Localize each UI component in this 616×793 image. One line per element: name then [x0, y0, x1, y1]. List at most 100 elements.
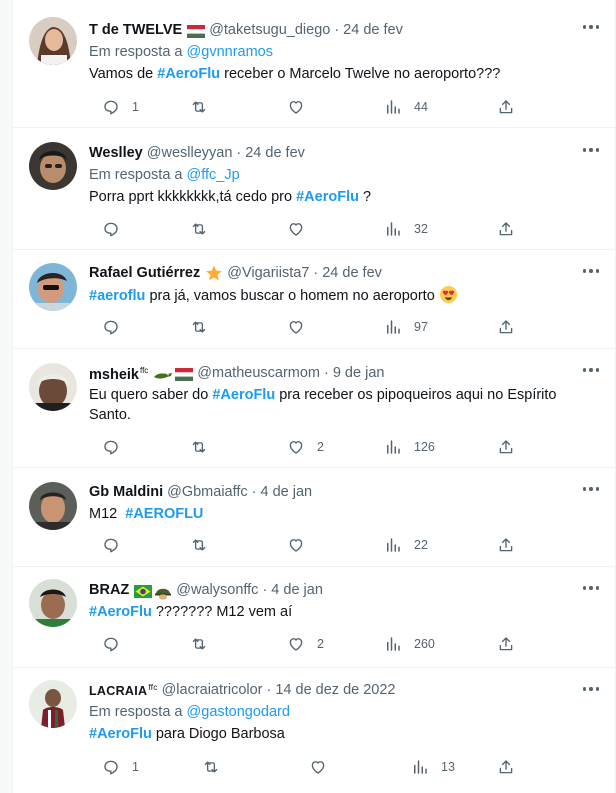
text-before: Porra pprt kkkkkkkk,tá cedo pro [89, 189, 297, 205]
text-after: ??????? M12 vem aí [151, 604, 293, 620]
avatar[interactable] [29, 142, 77, 190]
views-button[interactable]: 44 [384, 97, 428, 117]
author-handle[interactable]: @taketsugu_diego [209, 20, 330, 40]
alligator-emoji-icon [153, 367, 173, 380]
retweet-button[interactable] [202, 757, 220, 777]
retweet-icon [192, 223, 206, 235]
reply-mention[interactable]: @ffc_Jp [187, 167, 240, 183]
tweet-date[interactable]: 14 de dez de 2022 [275, 680, 395, 700]
views-button[interactable]: 126 [384, 437, 435, 457]
share-button[interactable] [497, 757, 515, 777]
view-count: 32 [414, 222, 428, 236]
retweet-button[interactable] [190, 535, 208, 555]
avatar[interactable] [29, 17, 77, 65]
avatar[interactable] [29, 579, 77, 627]
views-button[interactable]: 22 [384, 535, 428, 555]
reply-mention[interactable]: @gastongodard [187, 704, 290, 720]
views-button[interactable]: 32 [384, 219, 428, 239]
like-button[interactable] [287, 219, 305, 239]
author-handle[interactable]: @Vigariista7 [227, 263, 309, 283]
tweet-date[interactable]: 4 de jan [271, 580, 323, 600]
avatar[interactable] [29, 363, 77, 411]
views-button[interactable]: 13 [411, 757, 455, 777]
author-name[interactable]: LACRAIAffc [89, 678, 158, 701]
hashtag-link[interactable]: #AEROFLU [125, 506, 203, 522]
views-button[interactable]: 260 [384, 634, 435, 654]
tweet[interactable]: T de TWELVE @taketsugu_diego · 24 de fev… [13, 0, 615, 128]
hashtag-link[interactable]: #AeroFlu [89, 604, 152, 620]
author-handle[interactable]: @walysonffc [176, 580, 258, 600]
author-handle[interactable]: @Gbmaiaffc [167, 482, 248, 502]
author-name[interactable]: T de TWELVE [89, 20, 182, 40]
reply-button[interactable] [102, 219, 120, 239]
separator: · [324, 365, 329, 381]
author-name[interactable]: BRAZ [89, 580, 129, 600]
retweet-button[interactable] [190, 437, 208, 457]
like-button[interactable] [287, 97, 305, 117]
author-name[interactable]: Gb Maldini [89, 482, 163, 502]
tweet-date[interactable]: 24 de fev [245, 143, 305, 163]
separator: · [334, 22, 340, 38]
tweet[interactable]: Weslley @weslleyyan · 24 de fev Em respo… [13, 128, 615, 250]
tweet[interactable]: Gb Maldini @Gbmaiaffc · 4 de jan M12 #AE… [13, 468, 615, 567]
name-superscript: ffc [148, 683, 158, 693]
more-options-icon[interactable] [581, 143, 601, 157]
more-options-icon[interactable] [581, 363, 601, 377]
text-after: para Diogo Barbosa [151, 726, 285, 742]
share-button[interactable] [497, 437, 515, 457]
reply-button[interactable] [102, 437, 120, 457]
share-button[interactable] [497, 219, 515, 239]
reply-button[interactable]: 1 [102, 757, 139, 777]
author-name[interactable]: msheikffc [89, 361, 148, 385]
avatar[interactable] [29, 482, 77, 530]
tweet[interactable]: BRAZ @walysonffc · 4 de jan #AeroFlu ???… [13, 567, 615, 668]
reply-button[interactable] [102, 634, 120, 654]
tweet[interactable]: Rafael Gutiérrez @Vigariista7 · 24 de fe… [13, 250, 615, 349]
author-handle[interactable]: @matheuscarmom [197, 363, 320, 383]
author-handle[interactable]: @lacraiatricolor [162, 680, 263, 700]
more-options-icon[interactable] [581, 20, 601, 34]
tweet-date[interactable]: 24 de fev [322, 263, 382, 283]
avatar[interactable] [29, 263, 77, 311]
reply-button[interactable]: 1 [102, 97, 139, 117]
like-button[interactable] [287, 317, 305, 337]
hashtag-link[interactable]: #AeroFlu [296, 189, 359, 205]
tweet[interactable]: msheikffc @matheuscarmom · 9 de jan Eu q… [13, 349, 615, 468]
like-button[interactable]: 2 [287, 437, 324, 457]
retweet-button[interactable] [190, 97, 208, 117]
author-name[interactable]: Weslley [89, 143, 143, 163]
retweet-button[interactable] [190, 317, 208, 337]
hashtag-link[interactable]: #aeroflu [89, 288, 145, 304]
reply-button[interactable] [102, 317, 120, 337]
views-button[interactable]: 97 [384, 317, 428, 337]
more-options-icon[interactable] [581, 264, 601, 278]
hashtag-link[interactable]: #AeroFlu [157, 66, 220, 82]
text-line2: Santo. [89, 407, 131, 423]
like-button[interactable] [287, 535, 305, 555]
retweet-button[interactable] [190, 634, 208, 654]
share-button[interactable] [497, 634, 515, 654]
reply-mention[interactable]: @gvnnramos [187, 44, 273, 60]
author-name[interactable]: Rafael Gutiérrez [89, 263, 200, 283]
tweet-date[interactable]: 4 de jan [261, 482, 313, 502]
hashtag-link[interactable]: #AeroFlu [89, 726, 152, 742]
tweet-text: #aeroflu pra já, vamos buscar o homem no… [89, 285, 603, 310]
more-options-icon[interactable] [581, 482, 601, 496]
tweet-date[interactable]: 9 de jan [333, 363, 385, 383]
more-options-icon[interactable] [581, 682, 601, 696]
tweet-date[interactable]: 24 de fev [343, 20, 403, 40]
share-button[interactable] [497, 317, 515, 337]
separator: · [313, 265, 319, 281]
share-button[interactable] [497, 97, 515, 117]
avatar[interactable] [29, 680, 77, 728]
retweet-button[interactable] [190, 219, 208, 239]
author-handle[interactable]: @weslleyyan [147, 143, 233, 163]
like-button[interactable]: 2 [287, 634, 324, 654]
more-options-icon[interactable] [581, 581, 601, 595]
share-button[interactable] [497, 535, 515, 555]
tweet[interactable]: LACRAIAffc @lacraiatricolor · 14 de dez … [13, 668, 615, 793]
like-button[interactable] [309, 757, 327, 777]
tweet-text: M12 #AEROFLU [89, 504, 603, 524]
reply-button[interactable] [102, 535, 120, 555]
hashtag-link[interactable]: #AeroFlu [212, 387, 275, 403]
